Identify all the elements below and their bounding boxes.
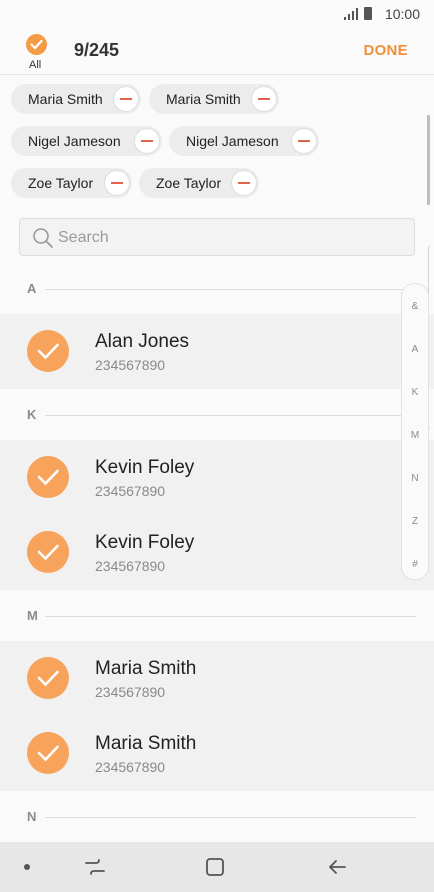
search-placeholder: Search: [58, 229, 109, 246]
selected-contact-chip: Maria Smith: [11, 84, 141, 114]
contact-name: Kevin Foley: [95, 532, 195, 553]
check-icon: [37, 343, 59, 360]
select-all-label: All: [29, 59, 42, 71]
selected-contact-chip: Zoe Taylor: [11, 168, 132, 198]
selected-contact-chip: Zoe Taylor: [139, 168, 259, 198]
nav-dot-icon[interactable]: [24, 864, 30, 870]
section-header: A: [0, 274, 434, 304]
contact-row[interactable]: Maria Smith 234567890: [0, 641, 434, 716]
index-letter[interactable]: K: [402, 387, 428, 398]
done-button[interactable]: DONE: [363, 42, 408, 59]
status-time: 10:00: [384, 6, 420, 22]
index-letter[interactable]: #: [402, 559, 428, 570]
section-divider: [45, 415, 416, 416]
selected-contact-chip: Maria Smith: [149, 84, 279, 114]
chip-label: Zoe Taylor: [28, 175, 94, 191]
navigation-bar: [0, 842, 434, 892]
index-letter[interactable]: M: [402, 430, 428, 441]
section-divider: [45, 817, 416, 818]
index-letter[interactable]: &: [402, 301, 428, 312]
section-divider: [45, 616, 416, 617]
section-letter: M: [27, 608, 38, 623]
chips-scrollbar[interactable]: [427, 115, 430, 205]
section-header: K: [0, 400, 434, 430]
contact-checkbox[interactable]: [27, 732, 69, 774]
chip-label: Maria Smith: [28, 91, 103, 107]
contact-name: Alan Jones: [95, 331, 190, 352]
contact-checkbox[interactable]: [27, 456, 69, 498]
contact-name: Maria Smith: [95, 658, 197, 679]
remove-icon[interactable]: [105, 171, 129, 195]
section-letter: N: [27, 809, 37, 824]
contact-checkbox[interactable]: [27, 657, 69, 699]
selected-contact-chip: Nigel Jameson: [169, 126, 319, 156]
index-letter[interactable]: A: [402, 344, 428, 355]
check-icon: [37, 670, 59, 687]
remove-icon[interactable]: [252, 87, 276, 111]
check-icon: [37, 544, 59, 561]
status-bar: 10:00: [0, 0, 434, 28]
check-icon: [37, 469, 59, 486]
contact-phone: 234567890: [95, 759, 166, 775]
alphabet-index[interactable]: & A K M N Z #: [401, 283, 429, 580]
home-icon[interactable]: [205, 857, 225, 877]
contact-row[interactable]: Kevin Foley 234567890: [0, 515, 434, 590]
contact-checkbox[interactable]: [27, 531, 69, 573]
contact-checkbox[interactable]: [27, 330, 69, 372]
contact-phone: 234567890: [95, 684, 166, 700]
section-letter: K: [27, 407, 37, 422]
select-all-checkbox[interactable]: [26, 34, 47, 55]
remove-icon[interactable]: [114, 87, 138, 111]
back-icon[interactable]: [327, 857, 347, 877]
contact-phone: 234567890: [95, 357, 166, 373]
contact-name: Kevin Foley: [95, 457, 195, 478]
contact-row[interactable]: Alan Jones 234567890: [0, 314, 434, 389]
signal-icon: [344, 8, 358, 20]
selection-count: 9/245: [74, 40, 120, 60]
section-divider: [45, 289, 416, 290]
check-icon: [37, 745, 59, 762]
selected-contact-chip: Nigel Jameson: [11, 126, 162, 156]
contact-phone: 234567890: [95, 558, 166, 574]
contact-row[interactable]: Kevin Foley 234567890: [0, 440, 434, 515]
chip-label: Maria Smith: [166, 91, 241, 107]
remove-icon[interactable]: [135, 129, 159, 153]
section-header: M: [0, 601, 434, 631]
recent-apps-icon[interactable]: [84, 857, 106, 877]
check-icon: [30, 39, 43, 50]
remove-icon[interactable]: [232, 171, 256, 195]
section-letter: A: [27, 281, 37, 296]
contact-row[interactable]: Maria Smith 234567890: [0, 716, 434, 791]
section-header: N: [0, 802, 434, 832]
chip-label: Zoe Taylor: [156, 175, 222, 191]
index-letter[interactable]: N: [402, 473, 428, 484]
index-letter[interactable]: Z: [402, 516, 428, 527]
contact-name: Maria Smith: [95, 733, 197, 754]
search-field[interactable]: Search: [19, 218, 415, 256]
battery-icon: [364, 7, 372, 20]
contact-phone: 234567890: [95, 483, 166, 499]
remove-icon[interactable]: [292, 129, 316, 153]
search-icon: [33, 228, 53, 248]
selection-header: All 9/245 DONE: [0, 28, 434, 75]
chip-label: Nigel Jameson: [28, 133, 121, 149]
chip-label: Nigel Jameson: [186, 133, 279, 149]
